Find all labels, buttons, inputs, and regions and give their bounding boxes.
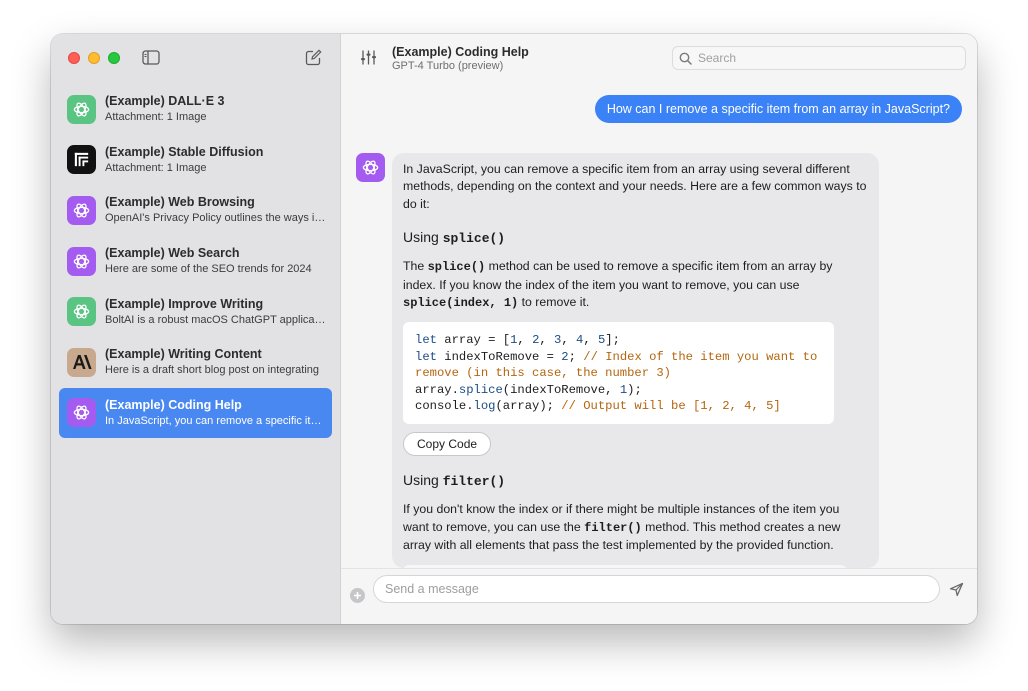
conversation-preview: Attachment: 1 Image [105, 161, 207, 174]
openai-logo-icon [67, 94, 96, 124]
minimize-window-button[interactable] [88, 52, 100, 64]
conversation-preview: BoltAI is a robust macOS ChatGPT applica… [105, 313, 327, 326]
conversation-list: (Example) DALL·E 3 Attachment: 1 Image (… [59, 84, 332, 439]
conversation-title: (Example) Web Browsing [105, 195, 255, 210]
user-message: How can I remove a specific item from an… [594, 95, 962, 123]
conversation-title: (Example) Stable Diffusion [105, 144, 264, 159]
conversation-item[interactable]: (Example) Web Browsing OpenAI's Privacy … [59, 185, 332, 236]
app-window: (Example) DALL·E 3 Attachment: 1 Image (… [51, 34, 977, 624]
conversation-preview: Here is a draft short blog post on integ… [105, 364, 320, 377]
code-line: let indexToRemove = 2; // Index of the i… [415, 349, 818, 381]
copy-code-button[interactable]: Copy Code [403, 432, 492, 457]
assistant-intro: In JavaScript, you can remove a specific… [403, 162, 867, 211]
section-heading-filter: Using filter() [403, 471, 868, 491]
search-icon [679, 52, 692, 65]
conversation-item[interactable]: (Example) DALL·E 3 Attachment: 1 Image [59, 84, 332, 135]
chat-header: (Example) Coding Help GPT-4 Turbo (previ… [341, 34, 977, 82]
conversation-title: (Example) Improve Writing [105, 296, 264, 311]
openai-logo-icon [67, 398, 96, 428]
chat-panel: (Example) Coding Help GPT-4 Turbo (previ… [341, 34, 977, 624]
search-input[interactable] [698, 51, 948, 65]
splice-paragraph: The splice() method can be used to remov… [403, 258, 868, 312]
heading-code: splice() [442, 231, 506, 247]
inline-code: splice() [427, 260, 486, 275]
assistant-message: In JavaScript, you can remove a specific… [392, 153, 879, 568]
message-input[interactable] [385, 582, 915, 596]
conversation-preview: OpenAI's Privacy Policy outlines the way… [105, 212, 327, 225]
conversation-title: (Example) DALL·E 3 [105, 94, 225, 109]
add-attachment-icon[interactable] [350, 588, 365, 603]
conversation-preview: Attachment: 1 Image [105, 111, 207, 124]
openai-logo-icon [362, 160, 379, 175]
anthropic-logo-icon [67, 347, 96, 377]
conversation-title: (Example) Writing Content [105, 347, 262, 362]
sidebar: (Example) DALL·E 3 Attachment: 1 Image (… [51, 34, 341, 624]
inline-code: filter() [584, 520, 642, 535]
sidebar-toggle-icon[interactable] [142, 50, 160, 65]
chat-title: (Example) Coding Help [392, 45, 529, 59]
openai-logo-icon [67, 297, 96, 327]
conversation-title: (Example) Coding Help [105, 397, 242, 412]
code-block: let array = [1, 2, 3, 4, 5]; let indexToR… [403, 322, 834, 425]
heading-text: Using [403, 472, 443, 489]
conversation-item-selected[interactable]: (Example) Coding Help In JavaScript, you… [59, 387, 332, 439]
conversation-item[interactable]: (Example) Web Search Here are some of th… [59, 236, 332, 287]
send-icon[interactable] [949, 582, 964, 597]
close-window-button[interactable] [68, 52, 80, 64]
paragraph-text: The [403, 259, 428, 274]
openai-logo-icon [67, 195, 96, 225]
code-line: console.log(array); // Output will be [1… [415, 399, 781, 414]
heading-code: filter() [442, 474, 506, 490]
maximize-window-button[interactable] [108, 52, 120, 64]
message-composer [341, 568, 977, 624]
window-controls [68, 52, 120, 64]
code-line: array.splice(indexToRemove, 1); [415, 382, 642, 397]
stable-diffusion-logo-icon [67, 145, 96, 175]
new-chat-icon[interactable] [305, 49, 322, 66]
inline-code: splice(index, 1) [403, 296, 519, 311]
code-line: let array = [1, 2, 3, 4, 5]; [415, 333, 620, 348]
conversation-item[interactable]: (Example) Improve Writing BoltAI is a ro… [59, 286, 332, 337]
paragraph-text: to remove it. [518, 295, 590, 310]
conversation-title: (Example) Web Search [105, 246, 240, 261]
message-field[interactable] [373, 575, 940, 603]
conversation-item[interactable]: (Example) Stable Diffusion Attachment: 1… [59, 135, 332, 186]
chat-settings-icon[interactable] [360, 49, 377, 66]
filter-paragraph: If you don't know the index or if there … [403, 501, 868, 554]
conversation-item[interactable]: (Example) Writing Content Here is a draf… [59, 337, 332, 388]
section-heading-splice: Using splice() [403, 228, 868, 248]
assistant-avatar [356, 153, 385, 182]
conversation-preview: In JavaScript, you can remove a specific… [105, 414, 327, 427]
heading-text: Using [403, 229, 443, 246]
conversation-preview: Here are some of the SEO trends for 2024 [105, 263, 312, 276]
search-box[interactable] [672, 46, 966, 70]
openai-logo-icon [67, 246, 96, 276]
model-name[interactable]: GPT-4 Turbo (preview) [392, 60, 503, 72]
